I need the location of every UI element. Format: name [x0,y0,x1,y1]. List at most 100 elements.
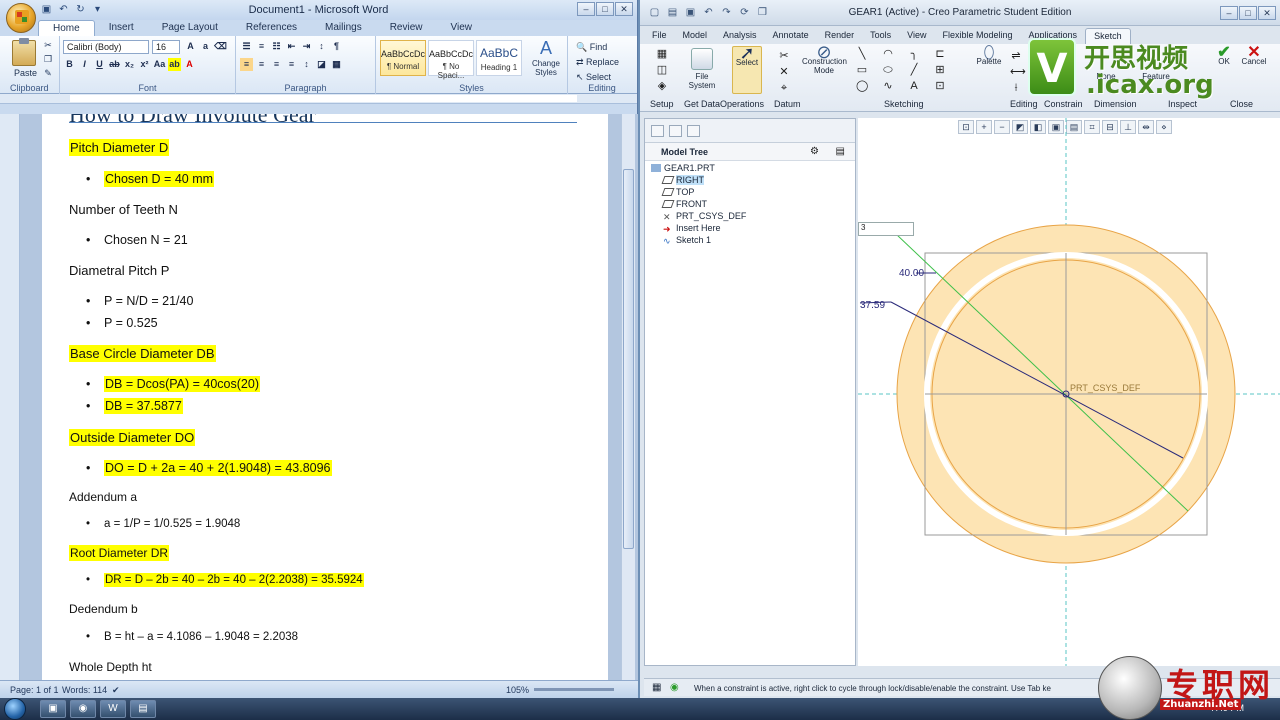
group-operations[interactable]: Operations [720,99,764,109]
taskbar-creo-icon[interactable]: ▣ [40,700,66,718]
modify-icon[interactable]: ⇌ [1010,50,1022,62]
ok-button[interactable]: ✔ OK [1214,45,1234,67]
close-button[interactable]: ✕ [615,2,633,16]
thicken-icon[interactable]: ⊞ [934,64,946,76]
increase-indent-icon[interactable]: ⇥ [300,40,313,53]
tab-tools[interactable]: Tools [862,28,899,44]
change-case-icon[interactable]: Aa [153,58,166,71]
tab-view[interactable]: View [899,28,934,44]
references-icon[interactable]: ◫ [656,64,668,76]
text-icon[interactable]: A [908,80,920,92]
tab-home[interactable]: Home [38,20,95,36]
sketch-canvas[interactable]: 40.00 37.59 PRT_CSYS_DEF [858,118,1280,666]
tree-item-front[interactable]: FRONT [661,199,707,209]
justify-icon[interactable]: ≡ [285,58,298,71]
proofing-icon[interactable]: ✔ [112,685,120,696]
style-heading-1[interactable]: AaBbC Heading 1 [476,40,522,76]
minimize-button[interactable]: – [577,2,595,16]
tab-mailings[interactable]: Mailings [311,20,376,36]
change-styles-button[interactable]: A Change Styles [528,38,564,77]
bullets-icon[interactable]: ☰ [240,40,253,53]
construction-mode-button[interactable]: ⊘ Construction Mode [802,43,847,75]
group-close[interactable]: Close [1230,99,1253,109]
message-toggle-icon[interactable]: ▦ [652,682,661,693]
highlight-icon[interactable]: ab [168,58,181,71]
tree-item-right[interactable]: RIGHT [661,175,704,185]
taskbar-word-icon[interactable]: W [100,700,126,718]
tree-item-insert-here[interactable]: ➜ Insert Here [663,223,721,234]
decrease-indent-icon[interactable]: ⇤ [285,40,298,53]
taskbar-media-icon[interactable]: ◉ [70,700,96,718]
shrink-font-icon[interactable]: a [199,40,212,53]
taskbar-explorer-icon[interactable]: ▤ [130,700,156,718]
align-left-icon[interactable]: ≡ [240,58,253,71]
arc-icon[interactable]: ◠ [882,48,894,60]
tree-item-sketch[interactable]: ∿ Sketch 1 [663,235,711,246]
model-regen-icon[interactable]: ◉ [670,682,679,693]
group-get-data[interactable]: Get Data [684,99,720,109]
horizontal-ruler[interactable] [0,94,637,104]
status-zoom[interactable]: 105% [506,685,529,695]
maximize-button[interactable]: □ [1239,6,1257,20]
tab-file[interactable]: File [644,28,675,44]
tab-flexible-modeling[interactable]: Flexible Modeling [934,28,1020,44]
tree-item-top[interactable]: TOP [661,187,694,197]
status-words[interactable]: Words: 114 [62,685,107,695]
sketch-setup-icon[interactable]: ▦ [656,48,668,60]
group-dimension[interactable]: Dimension [1094,99,1137,109]
subscript-icon[interactable]: x₂ [123,58,136,71]
align-right-icon[interactable]: ≡ [270,58,283,71]
zoom-slider[interactable] [534,688,614,691]
cut-icon[interactable]: ✂ [778,50,790,62]
group-datum[interactable]: Datum [774,99,801,109]
line-spacing-icon[interactable]: ↕ [300,58,313,71]
font-size-select[interactable]: 16 [152,40,180,54]
rectangle-icon[interactable]: ▭ [856,64,868,76]
sketch-view-icon[interactable]: ◈ [656,80,668,92]
dimension-37-59[interactable]: 37.59 [860,300,885,311]
graphics-area[interactable]: ⊡ + − ◩ ◧ ▣ ▤ ⌗ ⊟ ⊥ ⇹ ⋄ 40.00 37.59 PRT_… [858,118,1280,666]
superscript-icon[interactable]: x² [138,58,151,71]
style-normal[interactable]: AaBbCcDc ¶ Normal [380,40,426,76]
multilevel-list-icon[interactable]: ☷ [270,40,283,53]
borders-icon[interactable]: ▦ [330,58,343,71]
palette-button[interactable]: ⬯ Palette [974,43,1004,66]
bold-icon[interactable]: B [63,58,76,71]
dimension-edit-input[interactable]: 3 [858,222,914,236]
status-page[interactable]: Page: 1 of 1 [10,685,59,695]
dimension-40[interactable]: 40.00 [899,268,924,279]
line-icon[interactable]: ╲ [856,48,868,60]
group-inspect[interactable]: Inspect [1168,99,1197,109]
spline-icon[interactable]: ∿ [882,80,894,92]
numbering-icon[interactable]: ≡ [255,40,268,53]
tree-filters-icon[interactable]: ▤ [836,146,845,157]
tab-page-layout[interactable]: Page Layout [148,20,232,36]
style-no-spacing[interactable]: AaBbCcDc ¶ No Spaci... [428,40,474,80]
paste-icon[interactable] [12,38,36,66]
close-button[interactable]: ✕ [1258,6,1276,20]
tree-item-csys[interactable]: ✕ PRT_CSYS_DEF [663,211,746,222]
strikethrough-icon[interactable]: ab [108,58,121,71]
minimize-button[interactable]: – [1220,6,1238,20]
find-button[interactable]: 🔍 Find [576,40,619,55]
grow-font-icon[interactable]: A [184,40,197,53]
tab-annotate[interactable]: Annotate [765,28,817,44]
folder-browser-tab-icon[interactable] [669,125,682,137]
clear-format-icon[interactable]: ⌫ [214,40,227,53]
tab-view[interactable]: View [437,20,487,36]
cut-icon[interactable]: ✂ [42,40,54,50]
tab-insert[interactable]: Insert [95,20,148,36]
select-button[interactable]: ➚ Select [732,44,762,94]
cancel-button[interactable]: ✕ Cancel [1240,45,1268,67]
paste-button-label[interactable]: Paste [14,68,37,78]
favorites-tab-icon[interactable] [687,125,700,137]
word-vertical-scrollbar[interactable] [621,114,635,680]
tab-review[interactable]: Review [376,20,437,36]
italic-icon[interactable]: I [78,58,91,71]
project-icon[interactable]: ⊡ [934,80,946,92]
center-icon[interactable]: ≡ [255,58,268,71]
font-name-select[interactable]: Calibri (Body) [63,40,149,54]
fillet-icon[interactable]: ╮ [908,48,920,60]
group-constrain[interactable]: Constrain [1044,99,1083,109]
file-system-button[interactable]: File System [684,48,720,90]
